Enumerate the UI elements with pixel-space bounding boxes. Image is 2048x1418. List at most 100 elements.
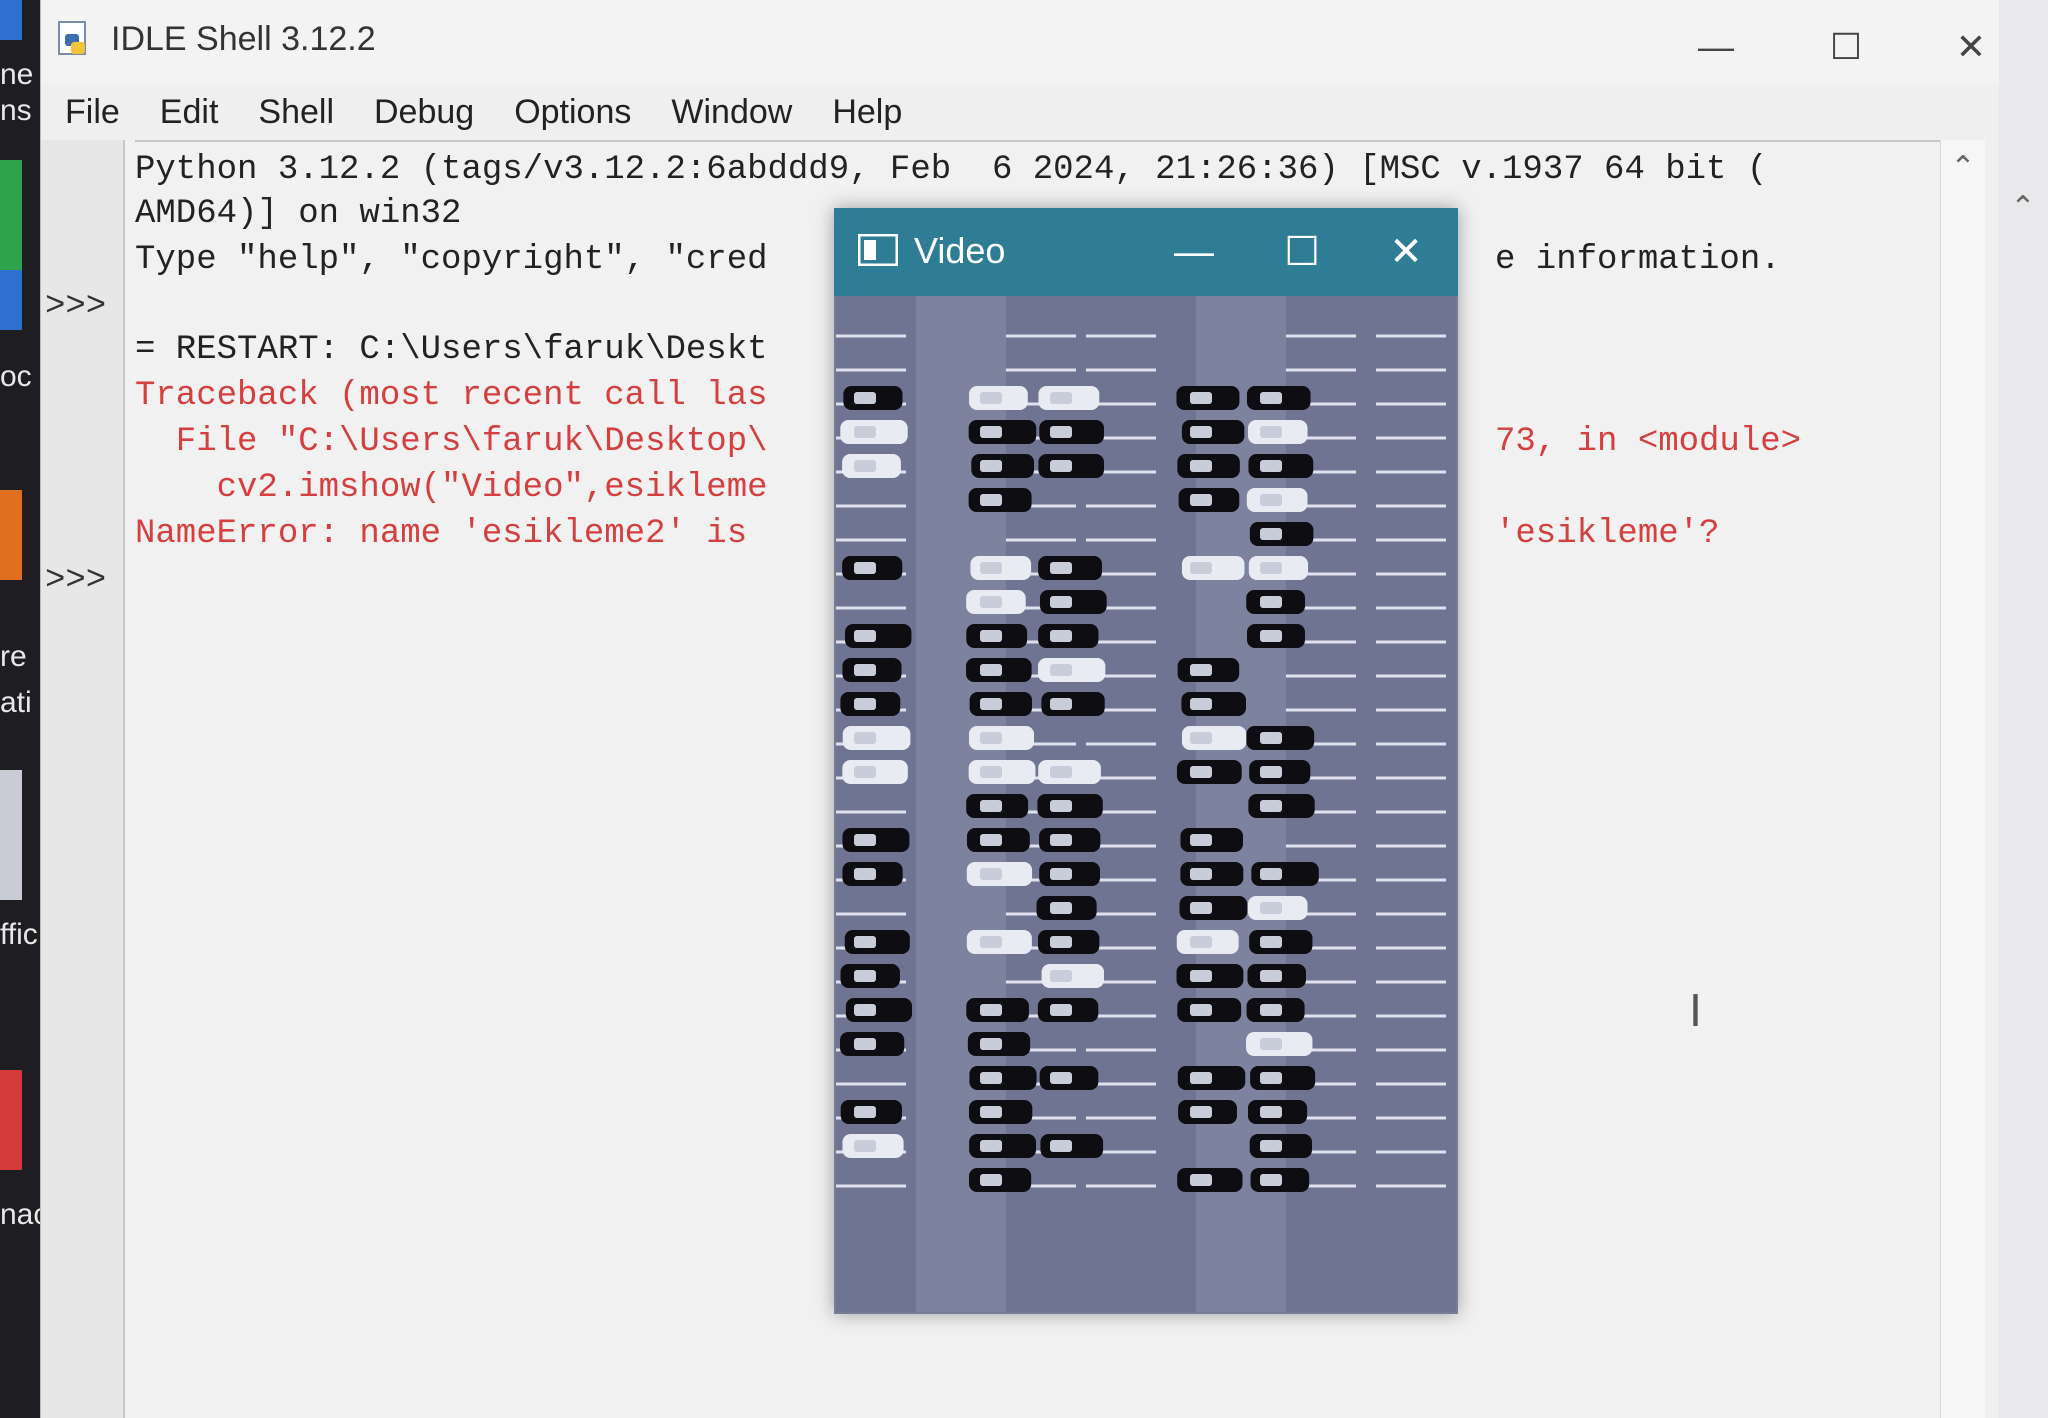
car-window	[854, 936, 876, 948]
shell-prompt: >>>	[45, 288, 107, 326]
menu-shell[interactable]: Shell	[242, 93, 350, 132]
car-window	[980, 834, 1002, 846]
car-window	[1190, 664, 1212, 676]
car-window	[854, 1038, 876, 1050]
chevron-up-icon[interactable]: ⌃	[1998, 190, 2048, 225]
close-button[interactable]: ✕	[1916, 12, 2026, 82]
car-window	[854, 1106, 876, 1118]
car-window	[1050, 698, 1072, 710]
car-window	[1260, 1038, 1282, 1050]
car-window	[1260, 596, 1282, 608]
car-window	[1260, 732, 1282, 744]
car-window	[854, 698, 876, 710]
car-window	[1050, 392, 1072, 404]
taskbar-blue-block	[0, 0, 22, 40]
traceback-line: File "C:\Users\faruk\Desktop\	[135, 423, 768, 461]
car-window	[1050, 902, 1072, 914]
window-title: IDLE Shell 3.12.2	[111, 20, 376, 58]
car-window	[854, 1004, 876, 1016]
menu-debug[interactable]: Debug	[358, 93, 490, 132]
menu-window[interactable]: Window	[655, 93, 808, 132]
car-window	[854, 970, 876, 982]
car-window	[1190, 868, 1212, 880]
car-window	[1050, 766, 1072, 778]
car-window	[1190, 732, 1212, 744]
car-window	[1260, 494, 1282, 506]
parked-car	[968, 420, 1037, 444]
car-window	[980, 1004, 1002, 1016]
menu-file[interactable]: File	[49, 93, 136, 132]
vertical-scrollbar[interactable]: ⌃	[1940, 140, 1985, 1418]
car-window	[1260, 1174, 1282, 1186]
title-bar[interactable]: IDLE Shell 3.12.2 — ☐ ✕	[41, 0, 1999, 84]
taskbar-blue-block	[0, 270, 22, 330]
car-window	[1190, 426, 1212, 438]
python-idle-icon	[58, 21, 86, 55]
car-window	[1050, 1140, 1072, 1152]
car-window	[980, 460, 1002, 472]
traceback-line: Traceback (most recent call las	[135, 377, 768, 415]
car-window	[1190, 1004, 1212, 1016]
car-window	[1190, 936, 1212, 948]
error-line: NameError: name 'esikleme2' is	[135, 515, 748, 553]
desktop-fragment: re	[0, 640, 27, 673]
car-window	[1190, 562, 1212, 574]
car-window	[980, 1038, 1002, 1050]
video-title-bar[interactable]: Video — ☐ ✕	[834, 208, 1458, 296]
car-window	[1260, 426, 1282, 438]
car-window	[980, 426, 1002, 438]
car-window	[980, 868, 1002, 880]
car-window	[980, 392, 1002, 404]
menu-edit[interactable]: Edit	[144, 93, 235, 132]
video-window-title: Video	[914, 230, 1006, 271]
output-line: Type "help", "copyright", "cred	[135, 241, 768, 279]
parked-car	[1179, 896, 1248, 920]
car-window	[1050, 1004, 1072, 1016]
menu-options[interactable]: Options	[498, 93, 647, 132]
video-window: Video — ☐ ✕	[834, 208, 1458, 1314]
car-window	[1260, 1106, 1282, 1118]
car-window	[1260, 766, 1282, 778]
car-window	[980, 630, 1002, 642]
desktop-fragment: ne	[0, 58, 34, 91]
car-window	[1050, 970, 1072, 982]
video-maximize-button[interactable]: ☐	[1252, 216, 1352, 288]
car-window	[1260, 868, 1282, 880]
menu-help[interactable]: Help	[816, 93, 918, 132]
car-window	[1190, 1174, 1212, 1186]
chevron-up-icon[interactable]: ⌃	[1941, 150, 1985, 185]
car-window	[980, 494, 1002, 506]
car-window	[1050, 562, 1072, 574]
car-window	[1190, 766, 1212, 778]
car-window	[854, 732, 876, 744]
car-window	[1260, 460, 1282, 472]
car-window	[1260, 1004, 1282, 1016]
car-window	[854, 562, 876, 574]
video-close-button[interactable]: ✕	[1356, 216, 1456, 288]
error-line-tail: 'esikleme'?	[1495, 515, 1720, 553]
car-window	[1190, 494, 1212, 506]
car-window	[1260, 970, 1282, 982]
output-line: Python 3.12.2 (tags/v3.12.2:6abddd9, Feb…	[135, 151, 1768, 189]
car-window	[1260, 392, 1282, 404]
parking-lot-image	[836, 296, 1456, 1312]
car-window	[980, 698, 1002, 710]
car-window	[980, 936, 1002, 948]
taskbar-red-block	[0, 1070, 22, 1170]
car-window	[854, 1140, 876, 1152]
parked-car	[969, 1134, 1037, 1158]
car-window	[980, 1174, 1002, 1186]
car-window	[1190, 460, 1212, 472]
parked-car	[969, 1066, 1037, 1090]
desktop-strip: ne ns oc re ati ffic nac	[0, 0, 44, 1418]
video-minimize-button[interactable]: —	[1144, 216, 1244, 288]
car-window	[1050, 834, 1072, 846]
car-window	[1050, 800, 1072, 812]
minimize-button[interactable]: —	[1661, 12, 1771, 82]
maximize-button[interactable]: ☐	[1791, 12, 1901, 82]
output-line: AMD64)] on win32	[135, 195, 462, 233]
car-window	[1260, 1072, 1282, 1084]
desktop-fragment: nac	[0, 1198, 44, 1231]
car-window	[854, 630, 876, 642]
desktop-fragment: ffic	[0, 918, 38, 951]
